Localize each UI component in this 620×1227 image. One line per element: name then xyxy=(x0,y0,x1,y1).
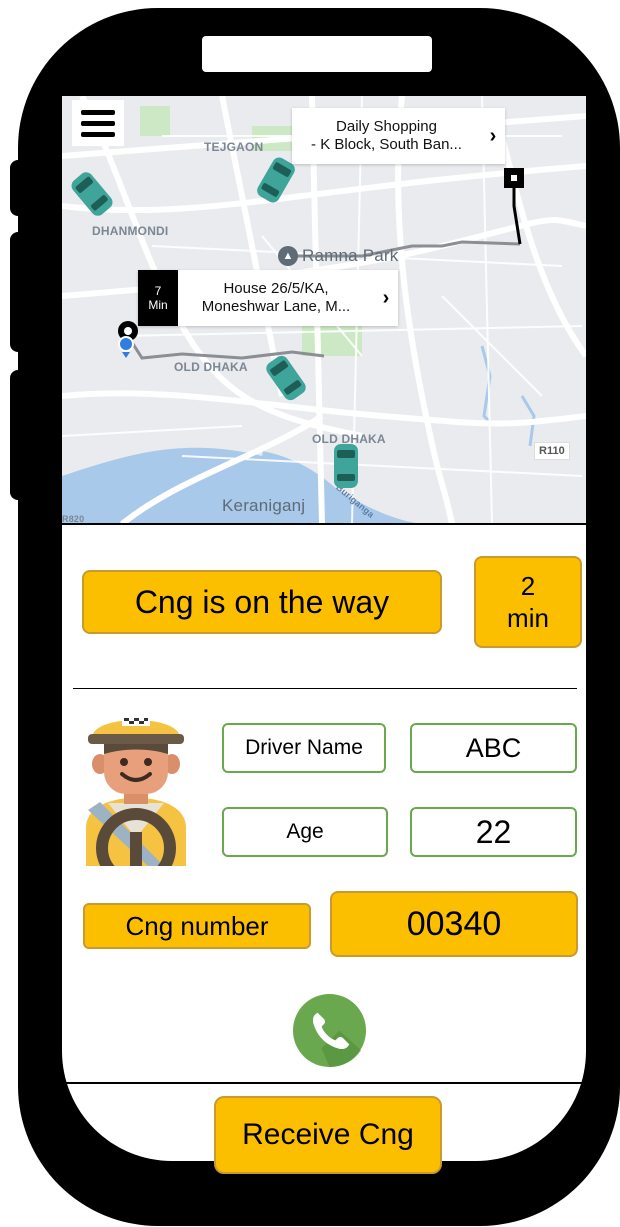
pickup-card[interactable]: 7 Min House 26/5/KA, Moneshwar Lane, M..… xyxy=(138,270,398,326)
cng-number-value: 00340 xyxy=(330,891,578,957)
driver-name-label: Driver Name xyxy=(222,723,386,773)
car-marker-icon xyxy=(71,172,113,216)
pickup-eta-value: 7 xyxy=(154,284,162,298)
arrival-time-badge: 2 min xyxy=(474,556,582,648)
receive-cng-button[interactable]: Receive Cng xyxy=(214,1096,442,1174)
map-label-dhanmondi: DHANMONDI xyxy=(92,224,169,238)
destination-marker-icon xyxy=(504,168,524,188)
pickup-line-2: Moneshwar Lane, M... xyxy=(201,298,351,315)
status-message: Cng is on the way xyxy=(82,570,442,634)
destination-line-1: Daily Shopping xyxy=(336,118,437,135)
map-label-old-dhaka-west: OLD DHAKA xyxy=(174,360,248,374)
destination-card[interactable]: Daily Shopping - K Block, South Ban... › xyxy=(292,108,505,164)
footer-divider xyxy=(62,1082,586,1084)
menu-bar xyxy=(81,109,115,115)
chevron-right-icon: › xyxy=(382,286,390,309)
pickup-eta-unit: Min xyxy=(148,298,168,312)
map-label-keraniganj: Keraniganj xyxy=(222,496,306,515)
chevron-right-icon: › xyxy=(489,124,497,147)
driver-name-value: ABC xyxy=(410,723,577,773)
map-poi-ramna-park: ▲ Ramna Park xyxy=(278,246,398,266)
phone-call-icon[interactable] xyxy=(292,993,367,1068)
pickup-address: House 26/5/KA, Moneshwar Lane, M... xyxy=(178,280,374,316)
arrival-time-value: 2 xyxy=(520,571,536,601)
car-marker-icon xyxy=(266,355,306,401)
map-bottom-border xyxy=(62,523,586,525)
menu-bar xyxy=(81,131,115,137)
pickup-pin-icon xyxy=(118,321,138,358)
driver-age-label: Age xyxy=(222,807,388,857)
pickup-eta: 7 Min xyxy=(138,270,178,326)
driver-avatar xyxy=(86,716,186,866)
arrival-time-unit: min xyxy=(507,603,549,633)
destination-address: Daily Shopping - K Block, South Ban... xyxy=(292,118,481,154)
map-route-tag-r110: R110 xyxy=(534,442,570,460)
destination-line-2: - K Block, South Ban... xyxy=(311,136,462,153)
park-icon: ▲ xyxy=(278,246,298,266)
car-marker-icon xyxy=(334,444,358,488)
map-label-ramna-park: Ramna Park xyxy=(302,246,399,265)
phone-speaker-slot xyxy=(202,36,432,72)
cng-number-label: Cng number xyxy=(83,903,311,949)
hamburger-menu-icon[interactable] xyxy=(72,100,124,146)
pickup-line-1: House 26/5/KA, xyxy=(223,280,329,297)
driver-age-value: 22 xyxy=(410,807,577,857)
section-divider xyxy=(73,688,577,689)
menu-bar xyxy=(81,120,115,126)
